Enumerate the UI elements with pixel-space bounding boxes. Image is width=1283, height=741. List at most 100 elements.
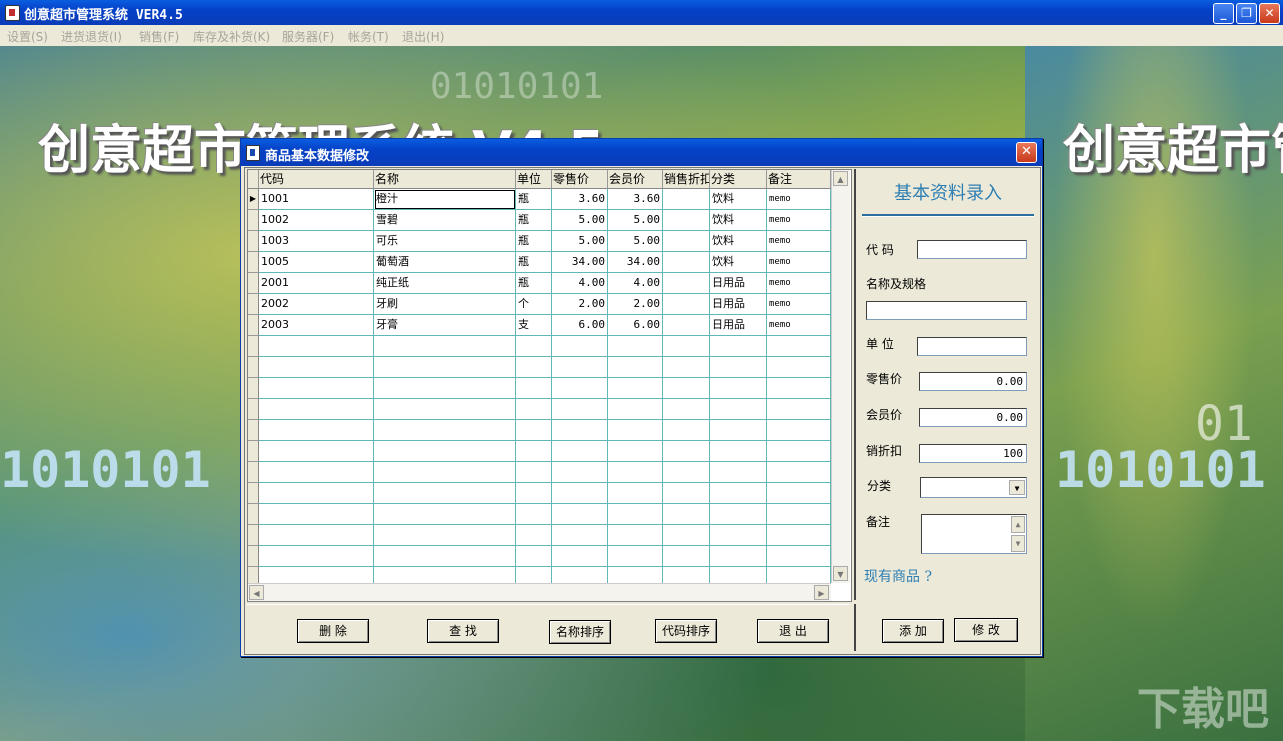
column-header-name[interactable]: 名称 — [374, 170, 516, 189]
note-textarea[interactable]: ▲ ▼ — [921, 514, 1027, 554]
cell-code[interactable]: 1003 — [259, 231, 374, 252]
add-button[interactable]: 添 加 — [882, 619, 944, 643]
sort-by-code-button[interactable]: 代码排序 — [655, 619, 717, 643]
cell-discount[interactable] — [663, 273, 710, 294]
cell-note[interactable] — [767, 504, 831, 525]
cell-category[interactable] — [710, 420, 767, 441]
row-indicator[interactable] — [248, 315, 259, 336]
note-scroll-down-icon[interactable]: ▼ — [1011, 535, 1025, 552]
cell-note[interactable] — [767, 462, 831, 483]
cell-member[interactable] — [608, 462, 663, 483]
cell-category[interactable]: 日用品 — [710, 273, 767, 294]
menu-sales[interactable]: 销售(F) — [139, 28, 179, 45]
row-indicator[interactable] — [248, 294, 259, 315]
cell-name[interactable] — [374, 483, 516, 504]
cell-name[interactable] — [374, 378, 516, 399]
cell-code[interactable]: 1002 — [259, 210, 374, 231]
cell-member[interactable]: 3.60 — [608, 189, 663, 210]
menu-stock[interactable]: 库存及补货(K) — [193, 28, 270, 45]
cell-unit[interactable]: 瓶 — [516, 231, 552, 252]
cell-code[interactable] — [259, 462, 374, 483]
cell-retail[interactable] — [552, 525, 608, 546]
cell-unit[interactable] — [516, 441, 552, 462]
cell-retail[interactable] — [552, 483, 608, 504]
cell-unit[interactable] — [516, 546, 552, 567]
cell-note[interactable] — [767, 399, 831, 420]
cell-category[interactable]: 饮料 — [710, 210, 767, 231]
cell-member[interactable]: 34.00 — [608, 252, 663, 273]
cell-unit[interactable]: 个 — [516, 294, 552, 315]
table-row[interactable] — [248, 546, 831, 567]
cell-note[interactable]: memo — [767, 231, 831, 252]
cell-name[interactable] — [374, 504, 516, 525]
cell-discount[interactable] — [663, 210, 710, 231]
cell-note[interactable] — [767, 441, 831, 462]
name-input[interactable] — [866, 301, 1027, 320]
cell-code[interactable] — [259, 378, 374, 399]
cell-code[interactable]: 2002 — [259, 294, 374, 315]
table-row[interactable]: 2002 牙刷个 2.00 2.00 日用品 memo — [248, 294, 831, 315]
row-indicator[interactable] — [248, 462, 259, 483]
cell-member[interactable] — [608, 336, 663, 357]
row-indicator[interactable] — [248, 336, 259, 357]
cell-retail[interactable]: 2.00 — [552, 294, 608, 315]
cell-category[interactable] — [710, 399, 767, 420]
cell-discount[interactable] — [663, 294, 710, 315]
table-row[interactable]: 2001 纯正纸瓶 4.00 4.00 日用品 memo — [248, 273, 831, 294]
cell-unit[interactable] — [516, 357, 552, 378]
cell-category[interactable] — [710, 483, 767, 504]
table-row[interactable] — [248, 504, 831, 525]
cell-name[interactable] — [374, 441, 516, 462]
cell-note[interactable] — [767, 483, 831, 504]
cell-category[interactable] — [710, 546, 767, 567]
cell-code[interactable] — [259, 525, 374, 546]
cell-name[interactable]: 橙汁 — [374, 189, 516, 210]
menu-server[interactable]: 服务器(F) — [282, 28, 334, 45]
cell-code[interactable] — [259, 441, 374, 462]
row-indicator[interactable] — [248, 399, 259, 420]
cell-category[interactable] — [710, 357, 767, 378]
cell-unit[interactable]: 瓶 — [516, 273, 552, 294]
member-price-input[interactable]: 0.00 — [919, 408, 1027, 427]
cell-retail[interactable]: 5.00 — [552, 210, 608, 231]
category-select[interactable]: ▼ — [920, 477, 1027, 498]
cell-member[interactable]: 5.00 — [608, 210, 663, 231]
cell-name[interactable] — [374, 420, 516, 441]
cell-note[interactable]: memo — [767, 273, 831, 294]
cell-retail[interactable]: 4.00 — [552, 273, 608, 294]
cell-note[interactable]: memo — [767, 315, 831, 336]
row-indicator[interactable] — [248, 357, 259, 378]
cell-category[interactable] — [710, 441, 767, 462]
cell-member[interactable] — [608, 504, 663, 525]
cell-category[interactable] — [710, 525, 767, 546]
table-row[interactable] — [248, 525, 831, 546]
cell-code[interactable] — [259, 357, 374, 378]
cell-member[interactable] — [608, 399, 663, 420]
cell-note[interactable] — [767, 336, 831, 357]
cell-note[interactable] — [767, 546, 831, 567]
cell-name[interactable] — [374, 399, 516, 420]
cell-member[interactable]: 5.00 — [608, 231, 663, 252]
cell-discount[interactable] — [663, 399, 710, 420]
cell-code[interactable] — [259, 336, 374, 357]
cell-unit[interactable]: 瓶 — [516, 210, 552, 231]
table-row[interactable] — [248, 462, 831, 483]
cell-name[interactable]: 牙刷 — [374, 294, 516, 315]
cell-unit[interactable] — [516, 525, 552, 546]
modify-button[interactable]: 修 改 — [954, 618, 1018, 642]
cell-discount[interactable] — [663, 357, 710, 378]
column-header-retail[interactable]: 零售价 — [552, 170, 608, 189]
cell-note[interactable] — [767, 357, 831, 378]
row-indicator[interactable] — [248, 546, 259, 567]
close-button[interactable]: ✕ — [1259, 3, 1280, 24]
cell-name[interactable]: 葡萄酒 — [374, 252, 516, 273]
existing-products-link[interactable]: 现有商品 ? — [864, 566, 932, 586]
dropdown-arrow-icon[interactable]: ▼ — [1009, 480, 1025, 495]
cell-member[interactable] — [608, 420, 663, 441]
maximize-button[interactable]: ❐ — [1236, 3, 1257, 24]
sort-by-name-button[interactable]: 名称排序 — [549, 620, 611, 644]
cell-retail[interactable] — [552, 336, 608, 357]
cell-name[interactable] — [374, 357, 516, 378]
cell-discount[interactable] — [663, 189, 710, 210]
cell-retail[interactable]: 34.00 — [552, 252, 608, 273]
